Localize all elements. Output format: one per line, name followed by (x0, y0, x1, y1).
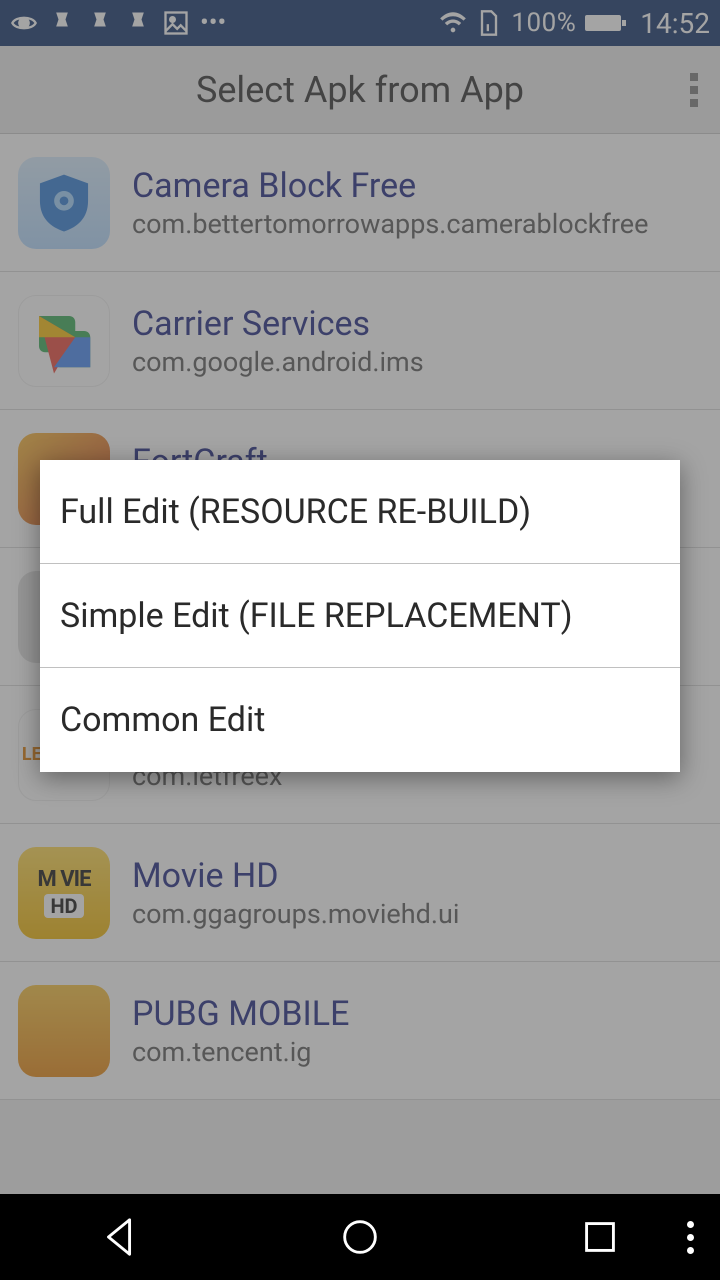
home-icon[interactable] (337, 1214, 383, 1260)
nav-more-icon[interactable] (687, 1221, 694, 1254)
edit-mode-dialog: Full Edit (RESOURCE RE-BUILD) Simple Edi… (40, 460, 680, 772)
back-icon[interactable] (97, 1214, 143, 1260)
dialog-option-simple-edit[interactable]: Simple Edit (FILE REPLACEMENT) (40, 564, 680, 668)
dialog-option-common-edit[interactable]: Common Edit (40, 668, 680, 772)
navigation-bar (0, 1194, 720, 1280)
recents-icon[interactable] (577, 1214, 623, 1260)
dialog-option-full-edit[interactable]: Full Edit (RESOURCE RE-BUILD) (40, 460, 680, 564)
